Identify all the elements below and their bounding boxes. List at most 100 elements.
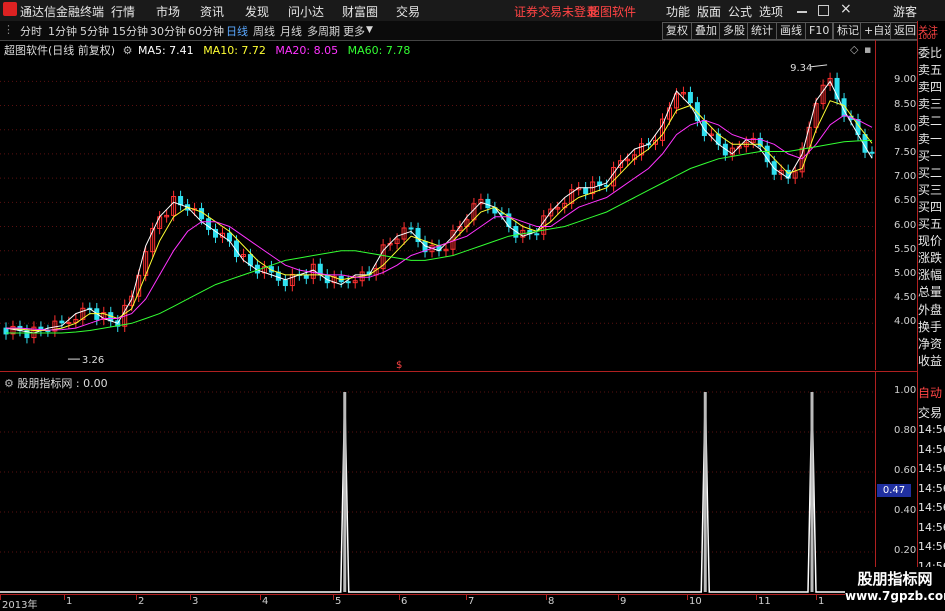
- tab-monthly[interactable]: 月线: [280, 23, 302, 39]
- tick-time: 14:56: [918, 481, 945, 495]
- time-tick-label: 7: [468, 596, 475, 607]
- time-tick-mark: [260, 595, 261, 600]
- trade-tab[interactable]: 交易: [918, 404, 945, 421]
- menu-formula[interactable]: 公式: [728, 3, 752, 20]
- menu-wealth[interactable]: 财富圈: [342, 3, 378, 20]
- menu-function[interactable]: 功能: [666, 3, 690, 20]
- user-label[interactable]: 游客: [893, 3, 917, 20]
- tab-timeshare[interactable]: 分时: [20, 23, 42, 39]
- time-tick-label: 5: [335, 596, 342, 607]
- tab-multi-period[interactable]: 多周期: [307, 23, 340, 39]
- indicator-tick-label: 0.20: [894, 545, 917, 556]
- more-dropdown-icon[interactable]: ▼: [366, 25, 373, 35]
- time-tick-label: 4: [262, 596, 269, 607]
- tick-time: 14:56: [918, 462, 945, 475]
- time-tick-label: 3: [192, 596, 199, 607]
- f10-button[interactable]: F10: [805, 22, 834, 40]
- candle-body: [178, 196, 184, 206]
- tab-15min[interactable]: 15分钟: [112, 23, 148, 39]
- trade-tab[interactable]: 自动: [918, 384, 945, 401]
- price-tick-label: 8.50: [894, 98, 917, 110]
- menu-discover[interactable]: 发现: [245, 3, 269, 20]
- indicator-tick-label: 1.00: [894, 385, 917, 396]
- time-tick-label: 1: [818, 596, 825, 607]
- menu-bar: 通达信金融终端 行情 市场 资讯 发现 问小达 财富圈 交易 证券交易未登录 超…: [0, 0, 945, 22]
- tick-time: 14:56: [918, 501, 945, 514]
- price-tick-label: 6.00: [894, 219, 917, 231]
- login-notice[interactable]: 证券交易未登录: [514, 3, 598, 20]
- tick-time: 14:56: [918, 442, 945, 456]
- time-axis: [0, 594, 875, 610]
- time-tick-mark: [190, 595, 191, 600]
- time-tick-mark: [756, 595, 757, 600]
- quote-field-label: 外盘: [918, 302, 943, 317]
- tab-weekly[interactable]: 周线: [253, 23, 275, 39]
- menu-trade[interactable]: 交易: [396, 3, 420, 20]
- indicator-tick-label: 0.40: [894, 505, 917, 516]
- price-tick-label: 6.50: [894, 195, 917, 207]
- close-icon[interactable]: ×: [840, 1, 852, 17]
- candle-body: [345, 281, 351, 284]
- indicator-chart[interactable]: [0, 372, 875, 594]
- candle-body: [66, 322, 72, 325]
- menu-quotes[interactable]: 行情: [111, 3, 135, 20]
- indicator-tick-label: 0.80: [894, 425, 917, 436]
- quote-field-label: 换手: [918, 319, 943, 334]
- adjust-button[interactable]: 复权: [662, 22, 692, 40]
- quote-field-label: 卖二: [918, 114, 943, 129]
- menu-layout[interactable]: 版面: [697, 3, 721, 20]
- draw-line-button[interactable]: 画线: [776, 22, 806, 40]
- quote-field-label: 买三: [918, 182, 943, 197]
- indicator-axis: 1.00 0.80 0.60 0.40 0.20 0.47: [875, 372, 918, 594]
- menu-news[interactable]: 资讯: [200, 3, 224, 20]
- maximize-icon[interactable]: [818, 5, 829, 16]
- menu-ask[interactable]: 问小达: [288, 3, 324, 20]
- kline-chart[interactable]: 9.34 3.26: [0, 40, 875, 370]
- candle-body: [303, 274, 309, 279]
- overlay-button[interactable]: 叠加: [691, 22, 721, 40]
- price-axis: 9.00 8.50 8.00 7.50 7.00 6.50 6.00 5.50 5.00 4.50…: [875, 40, 918, 370]
- time-tick-label: 2: [138, 596, 145, 607]
- toolbar-grip-icon: ⋮: [3, 23, 14, 36]
- candle-body: [247, 254, 253, 266]
- indicator-current-value: 0.47: [877, 484, 911, 497]
- low-price-label: 3.26: [82, 355, 104, 366]
- stock-name: 超图软件: [588, 5, 637, 19]
- dollar-marker: $: [396, 360, 403, 371]
- tab-5min[interactable]: 5分钟: [80, 23, 109, 39]
- ma-line-ma5: [5, 80, 873, 334]
- quote-field-label: 涨幅: [918, 268, 943, 283]
- candle-body: [408, 227, 414, 230]
- statistics-button[interactable]: 统计: [747, 22, 777, 40]
- quote-field-label: 总量: [918, 285, 943, 300]
- candle-body: [687, 91, 693, 104]
- tab-daily[interactable]: 日线: [226, 23, 248, 39]
- app-title: 通达信金融终端: [20, 5, 105, 19]
- menu-options[interactable]: 选项: [759, 3, 783, 20]
- time-tick-mark: [136, 595, 137, 600]
- time-tick-mark: [466, 595, 467, 600]
- tick-time: 14:56: [918, 520, 945, 534]
- high-price-label: 9.34: [790, 63, 812, 74]
- time-tick-label: 10: [689, 596, 702, 607]
- quote-field-label: 卖五: [918, 63, 943, 78]
- tab-more[interactable]: 更多: [343, 23, 365, 39]
- tab-1min[interactable]: 1分钟: [48, 23, 77, 39]
- tab-60min[interactable]: 60分钟: [188, 23, 224, 39]
- back-button[interactable]: 返回: [890, 22, 920, 40]
- mark-button[interactable]: 标记: [833, 22, 863, 40]
- multi-stock-button[interactable]: 多股: [719, 22, 749, 40]
- candle-body: [583, 187, 589, 195]
- time-tick-mark: [687, 595, 688, 600]
- time-tick-label: 11: [758, 596, 771, 607]
- candle-body: [59, 320, 65, 324]
- price-tick-label: 9.00: [894, 74, 917, 86]
- tab-30min[interactable]: 30分钟: [150, 23, 186, 39]
- quote-field-label: 委比: [918, 46, 943, 60]
- time-tick-mark: [399, 595, 400, 600]
- candle-body: [199, 208, 205, 220]
- menu-market[interactable]: 市场: [156, 3, 180, 20]
- minimize-icon[interactable]: [797, 11, 807, 13]
- quote-field-label: 卖四: [918, 80, 943, 95]
- app-logo-icon: [3, 2, 17, 16]
